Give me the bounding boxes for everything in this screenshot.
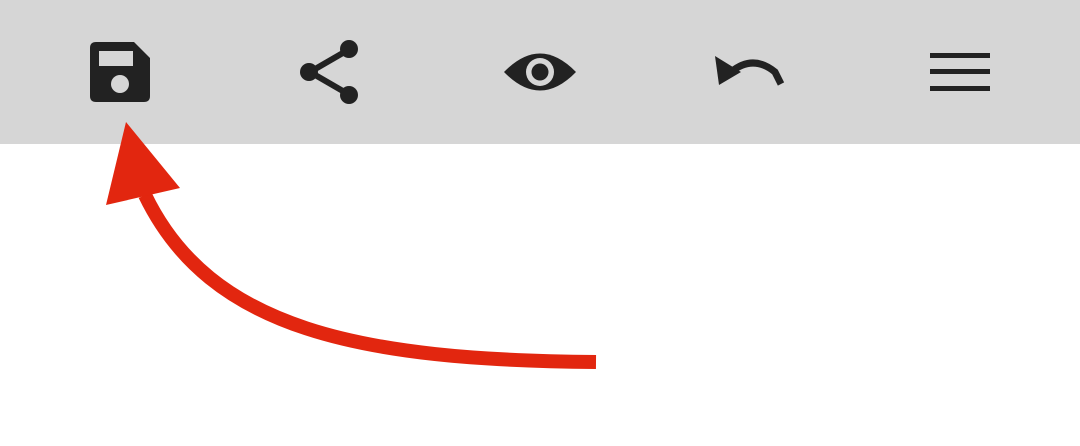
save-button[interactable] (70, 22, 170, 122)
share-icon (298, 39, 362, 105)
menu-button[interactable] (910, 22, 1010, 122)
view-button[interactable] (490, 22, 590, 122)
undo-button[interactable] (700, 22, 800, 122)
undo-icon (715, 52, 785, 92)
eye-icon (503, 49, 577, 95)
content-area (0, 144, 1080, 446)
floppy-disk-icon (90, 42, 150, 102)
hamburger-menu-icon (930, 51, 990, 93)
toolbar (0, 0, 1080, 144)
share-button[interactable] (280, 22, 380, 122)
